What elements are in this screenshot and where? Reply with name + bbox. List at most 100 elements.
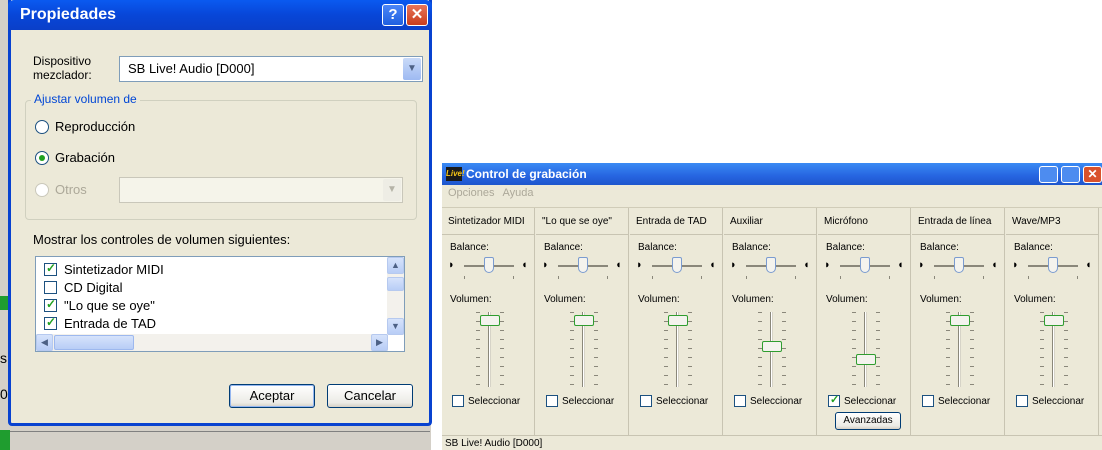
- menu-options[interactable]: Opciones: [448, 187, 494, 201]
- volume-label: Volumen:: [732, 294, 774, 305]
- select-checkbox[interactable]: Seleccionar: [828, 393, 896, 407]
- speaker-right-icon: ◖: [709, 259, 716, 271]
- balance-slider[interactable]: [766, 257, 776, 273]
- volume-slider[interactable]: [574, 315, 594, 327]
- mixer-device-select[interactable]: SB Live! Audio [D000] ▼: [119, 56, 423, 82]
- channel-name: Auxiliar: [730, 216, 763, 227]
- checkbox-checked-icon[interactable]: [44, 315, 57, 330]
- radio-checked-icon: [35, 150, 49, 165]
- close-button[interactable]: ✕: [406, 4, 428, 26]
- volume-label: Volumen:: [544, 294, 586, 305]
- scroll-left-icon[interactable]: ◀: [36, 334, 53, 351]
- balance-slider[interactable]: [484, 257, 494, 273]
- live-app-icon: Live!: [446, 167, 465, 181]
- minimize-button[interactable]: [1039, 166, 1058, 183]
- checkbox-checked-icon[interactable]: [44, 261, 57, 276]
- checkbox-icon[interactable]: [640, 395, 652, 407]
- balance-slider[interactable]: [672, 257, 682, 273]
- checkbox-checked-icon[interactable]: [44, 297, 57, 312]
- channel-name: Sintetizador MIDI: [448, 216, 525, 227]
- radio-recording[interactable]: Grabación: [35, 150, 115, 165]
- speaker-right-icon: ◖: [1085, 259, 1092, 271]
- radio-playback[interactable]: Reproducción: [35, 119, 135, 134]
- advanced-button[interactable]: Avanzadas: [835, 412, 901, 430]
- channel-name: "Lo que se oye": [542, 216, 612, 227]
- channel-strip: Sintetizador MIDI Balance: ◗ ◖ Volumen: Selec…: [442, 208, 535, 435]
- volume-slider[interactable]: [762, 340, 782, 352]
- balance-slider[interactable]: [1048, 257, 1058, 273]
- checkbox-icon[interactable]: [546, 395, 558, 407]
- scroll-thumb[interactable]: [54, 335, 134, 350]
- volume-label: Volumen:: [638, 294, 680, 305]
- channel-name: Micrófono: [824, 216, 868, 227]
- speaker-left-icon: ◗: [824, 259, 831, 271]
- accept-button[interactable]: Aceptar: [229, 384, 315, 408]
- balance-label: Balance:: [450, 242, 489, 253]
- scroll-up-icon[interactable]: ▲: [387, 257, 404, 274]
- recording-title-bar[interactable]: Live! Control de grabación ✕: [442, 163, 1102, 185]
- others-select: ▼: [119, 177, 403, 203]
- channel-strip: Entrada de línea Balance: ◗ ◖ Volumen: Selecc…: [912, 208, 1005, 435]
- checkbox-checked-icon[interactable]: [828, 393, 840, 407]
- channel-strip: Micrófono Balance: ◗ ◖ Volumen: Seleccionar: [818, 208, 911, 435]
- dialog-title-bar[interactable]: Propiedades ? ✕: [8, 0, 432, 30]
- checkbox-icon[interactable]: [734, 395, 746, 407]
- volume-slider[interactable]: [856, 353, 876, 365]
- speaker-right-icon: ◖: [521, 259, 528, 271]
- mixer-device-value: SB Live! Audio [D000]: [128, 61, 255, 76]
- balance-slider[interactable]: [954, 257, 964, 273]
- speaker-right-icon: ◖: [615, 259, 622, 271]
- balance-slider[interactable]: [860, 257, 870, 273]
- checkbox-icon[interactable]: [1016, 395, 1028, 407]
- maximize-button[interactable]: [1061, 166, 1080, 183]
- select-checkbox[interactable]: Seleccionar: [546, 395, 614, 407]
- speaker-right-icon: ◖: [803, 259, 810, 271]
- balance-label: Balance:: [826, 242, 865, 253]
- help-button[interactable]: ?: [382, 4, 404, 26]
- volume-label: Volumen:: [920, 294, 962, 305]
- propiedades-dialog: Propiedades ? ✕ Dispositivo mezclador: S…: [8, 0, 432, 426]
- speaker-left-icon: ◗: [542, 259, 549, 271]
- scroll-right-icon[interactable]: ▶: [371, 334, 388, 351]
- scroll-down-icon[interactable]: ▼: [387, 318, 404, 335]
- list-item[interactable]: "Lo que se oye": [44, 297, 155, 313]
- chevron-down-icon[interactable]: ▼: [403, 58, 421, 80]
- vertical-scrollbar[interactable]: ▲ ▼: [387, 257, 404, 335]
- volume-slider[interactable]: [668, 315, 688, 327]
- radio-icon: [35, 119, 49, 134]
- select-checkbox[interactable]: Seleccionar: [922, 395, 990, 407]
- menu-help[interactable]: Ayuda: [502, 187, 533, 201]
- checkbox-icon[interactable]: [922, 395, 934, 407]
- adjust-volume-legend: Ajustar volumen de: [31, 92, 140, 106]
- channel-strip-area: Sintetizador MIDI Balance: ◗ ◖ Volumen: Selec…: [442, 207, 1102, 435]
- volume-slider[interactable]: [480, 315, 500, 327]
- scroll-thumb[interactable]: [387, 277, 404, 291]
- controls-listbox[interactable]: Sintetizador MIDI CD Digital "Lo que se …: [35, 256, 405, 352]
- checkbox-icon[interactable]: [44, 281, 57, 294]
- balance-label: Balance:: [1014, 242, 1053, 253]
- checkbox-icon[interactable]: [452, 395, 464, 407]
- channel-name: Wave/MP3: [1012, 216, 1061, 227]
- close-button[interactable]: ✕: [1083, 166, 1102, 183]
- balance-slider[interactable]: [578, 257, 588, 273]
- speaker-left-icon: ◗: [636, 259, 643, 271]
- volume-slider[interactable]: [1044, 315, 1064, 327]
- list-item[interactable]: CD Digital: [44, 280, 123, 295]
- speaker-right-icon: ◖: [897, 259, 904, 271]
- channel-name: Entrada de TAD: [636, 216, 707, 227]
- list-item[interactable]: Entrada de TAD: [44, 315, 156, 331]
- background-letter: s: [0, 350, 7, 366]
- list-item[interactable]: Sintetizador MIDI: [44, 261, 164, 277]
- horizontal-scrollbar[interactable]: ◀ ▶: [36, 334, 388, 351]
- speaker-right-icon: ◖: [991, 259, 998, 271]
- select-checkbox[interactable]: Seleccionar: [640, 395, 708, 407]
- recording-control-window: Live! Control de grabación ✕ Opciones Ay…: [442, 163, 1102, 450]
- select-checkbox[interactable]: Seleccionar: [1016, 395, 1084, 407]
- volume-label: Volumen:: [826, 294, 868, 305]
- volume-slider[interactable]: [950, 315, 970, 327]
- select-checkbox[interactable]: Seleccionar: [734, 395, 802, 407]
- balance-label: Balance:: [732, 242, 771, 253]
- status-bar: SB Live! Audio [D000]: [442, 435, 1102, 450]
- cancel-button[interactable]: Cancelar: [327, 384, 413, 408]
- select-checkbox[interactable]: Seleccionar: [452, 395, 520, 407]
